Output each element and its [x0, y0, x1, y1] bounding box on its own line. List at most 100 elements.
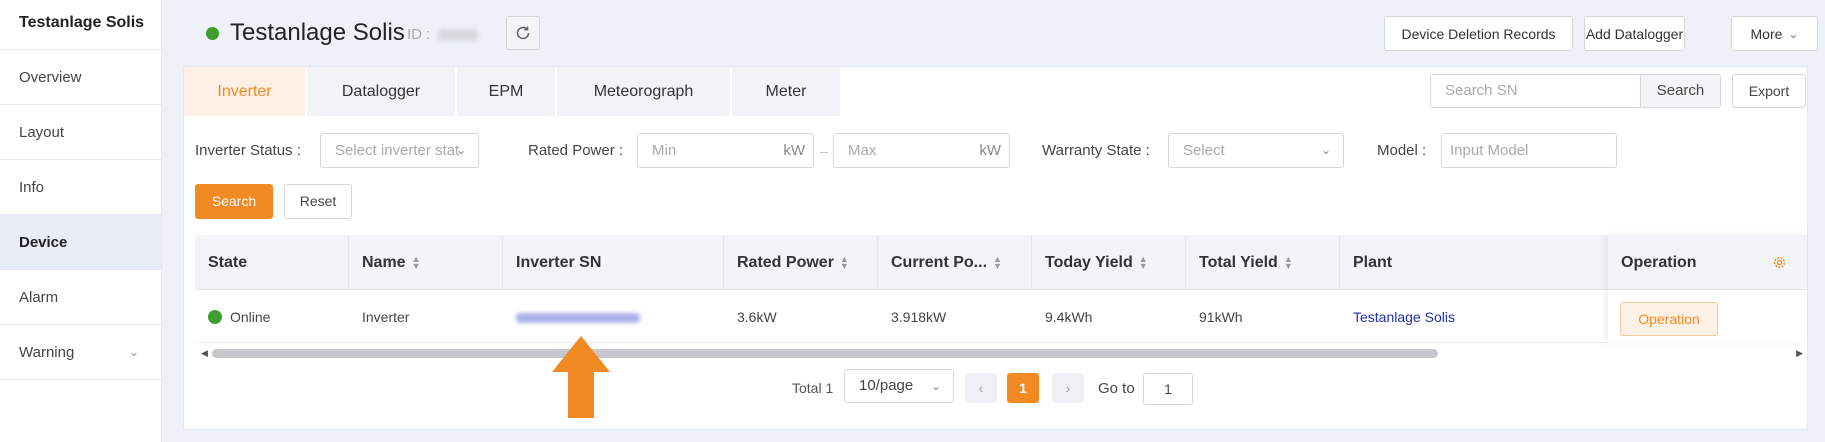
page-size-value: 10/page: [859, 377, 914, 394]
operation-column: Operation Operation: [1608, 235, 1807, 343]
plant-id: ID :: [407, 26, 479, 43]
kw-suffix: kW: [979, 142, 1001, 159]
inverter-status-placeholder: Select inverter stat: [335, 142, 459, 159]
current-page[interactable]: 1: [1007, 373, 1039, 403]
tab-datalogger[interactable]: Datalogger: [307, 67, 457, 116]
sidebar-item-alarm[interactable]: Alarm: [0, 270, 161, 325]
column-current-power[interactable]: Current Po... ▲ ▼: [878, 235, 1032, 290]
rated-power-max-input[interactable]: Max kW: [833, 133, 1010, 168]
plant-link[interactable]: Testanlage Solis: [1340, 291, 1455, 343]
add-datalogger-button[interactable]: Add Datalogger: [1584, 16, 1685, 51]
cell-total-yield: 91kWh: [1199, 309, 1243, 325]
tab-meter[interactable]: Meter: [732, 67, 842, 116]
kw-suffix: kW: [783, 142, 805, 159]
column-today-yield[interactable]: Today Yield ▲ ▼: [1032, 235, 1186, 290]
device-tabs: Inverter Datalogger EPM Meteorograph Met…: [184, 67, 842, 116]
warranty-state-label: Warranty State :: [1042, 142, 1150, 159]
next-page-button[interactable]: ›: [1052, 373, 1084, 403]
more-button[interactable]: More ⌄: [1731, 16, 1818, 51]
inverter-table: State Name ▲ ▼ Inverter SN Rated Power ▲ ▼ C…: [195, 235, 1807, 411]
plant-id-value-redacted: [438, 29, 479, 42]
cell-current-power: 3.918kW: [891, 309, 947, 325]
rated-power-label: Rated Power :: [528, 142, 624, 159]
prev-page-button[interactable]: ‹: [965, 373, 997, 403]
sidebar-item-label: Warning: [19, 344, 75, 361]
cell-today-yield: 9.4kWh: [1045, 309, 1093, 325]
column-operation: Operation: [1621, 254, 1697, 271]
chevron-down-icon: ⌄: [930, 379, 941, 393]
column-name-label: Name: [362, 254, 406, 271]
inverter-status-select[interactable]: Select inverter stat ⌄: [320, 133, 479, 168]
sidebar-item-warning[interactable]: Warning ⌄: [0, 325, 161, 380]
cell-name: Inverter: [362, 309, 410, 325]
chevron-down-icon: ⌄: [128, 345, 139, 359]
refresh-icon: [516, 26, 530, 40]
sidebar-title: Testanlage Solis: [0, 0, 161, 50]
filter-search-button[interactable]: Search: [195, 184, 273, 219]
sort-icon: ▲ ▼: [1138, 253, 1148, 271]
gear-icon[interactable]: [1772, 255, 1787, 270]
inverter-status-label: Inverter Status :: [195, 142, 301, 159]
sidebar-item-layout[interactable]: Layout: [0, 105, 161, 160]
more-label: More: [1750, 25, 1783, 42]
model-input[interactable]: Input Model: [1441, 133, 1617, 168]
chevron-down-icon: ⌄: [455, 143, 466, 157]
device-card: Inverter Datalogger EPM Meteorograph Met…: [183, 66, 1808, 430]
warranty-state-placeholder: Select: [1183, 142, 1225, 159]
goto-label: Go to: [1098, 380, 1135, 397]
operation-header: Operation: [1608, 235, 1807, 290]
column-plant: Plant: [1353, 254, 1393, 271]
scrollbar-thumb[interactable]: [212, 349, 1438, 358]
scroll-right-icon[interactable]: ▶: [1796, 348, 1803, 359]
sort-icon: ▲ ▼: [1283, 253, 1293, 271]
column-current-power-label: Current Po...: [891, 254, 988, 271]
arrow-up-icon: [552, 336, 610, 418]
goto-page-input[interactable]: 1: [1143, 373, 1193, 405]
sidebar-item-device[interactable]: Device: [0, 215, 161, 270]
sort-icon: ▲ ▼: [993, 253, 1002, 271]
model-label: Model :: [1377, 142, 1427, 159]
inverter-sn-redacted[interactable]: [516, 313, 640, 324]
sort-icon: ▲ ▼: [411, 253, 421, 271]
warranty-state-select[interactable]: Select ⌄: [1168, 133, 1344, 168]
pagination-total: Total 1: [792, 380, 834, 396]
horizontal-scrollbar[interactable]: ◀ ▶: [195, 347, 1807, 359]
search-sn-button[interactable]: Search: [1640, 74, 1721, 108]
sidebar: Testanlage Solis Overview Layout Info De…: [0, 0, 162, 442]
state-text: Online: [230, 309, 271, 325]
column-total-yield-label: Total Yield: [1199, 254, 1278, 271]
refresh-button[interactable]: [506, 16, 540, 50]
filter-reset-button[interactable]: Reset: [284, 184, 352, 219]
cell-rated-power: 3.6kW: [737, 309, 777, 325]
column-today-yield-label: Today Yield: [1045, 254, 1133, 271]
chevron-down-icon: ⌄: [1788, 26, 1799, 41]
column-name[interactable]: Name ▲ ▼: [349, 235, 503, 290]
column-total-yield[interactable]: Total Yield ▲ ▼: [1186, 235, 1340, 290]
column-rated-power-label: Rated Power: [737, 254, 834, 271]
page-title: Testanlage Solis: [230, 19, 405, 46]
column-inverter-sn: Inverter SN: [503, 235, 724, 290]
rated-power-min-placeholder: Min: [652, 142, 677, 159]
operation-button[interactable]: Operation: [1620, 302, 1718, 336]
export-button[interactable]: Export: [1732, 74, 1806, 108]
status-dot: [206, 27, 219, 40]
sidebar-item-overview[interactable]: Overview: [0, 50, 161, 105]
range-separator: –: [820, 143, 828, 159]
table-header: State Name ▲ ▼ Inverter SN Rated Power ▲ ▼ C…: [195, 235, 1807, 290]
page-size-select[interactable]: 10/page ⌄: [844, 369, 954, 403]
rated-power-max-placeholder: Max: [848, 142, 877, 159]
column-state: State: [195, 235, 349, 290]
scroll-left-icon[interactable]: ◀: [201, 348, 208, 359]
cell-state: Online: [195, 291, 270, 343]
column-rated-power[interactable]: Rated Power ▲ ▼: [724, 235, 878, 290]
tab-inverter[interactable]: Inverter: [184, 67, 307, 116]
tab-epm[interactable]: EPM: [457, 67, 557, 116]
device-deletion-records-button[interactable]: Device Deletion Records: [1384, 16, 1573, 51]
sort-icon: ▲ ▼: [839, 253, 849, 271]
rated-power-min-input[interactable]: Min kW: [637, 133, 814, 168]
sidebar-item-info[interactable]: Info: [0, 160, 161, 215]
tab-meteorograph[interactable]: Meteorograph: [557, 67, 732, 116]
table-row: Online Inverter 3.6kW 3.918kW 9.4kWh 91k…: [195, 291, 1807, 343]
plant-id-label: ID :: [407, 26, 431, 43]
search-sn-input[interactable]: Search SN: [1430, 74, 1640, 108]
